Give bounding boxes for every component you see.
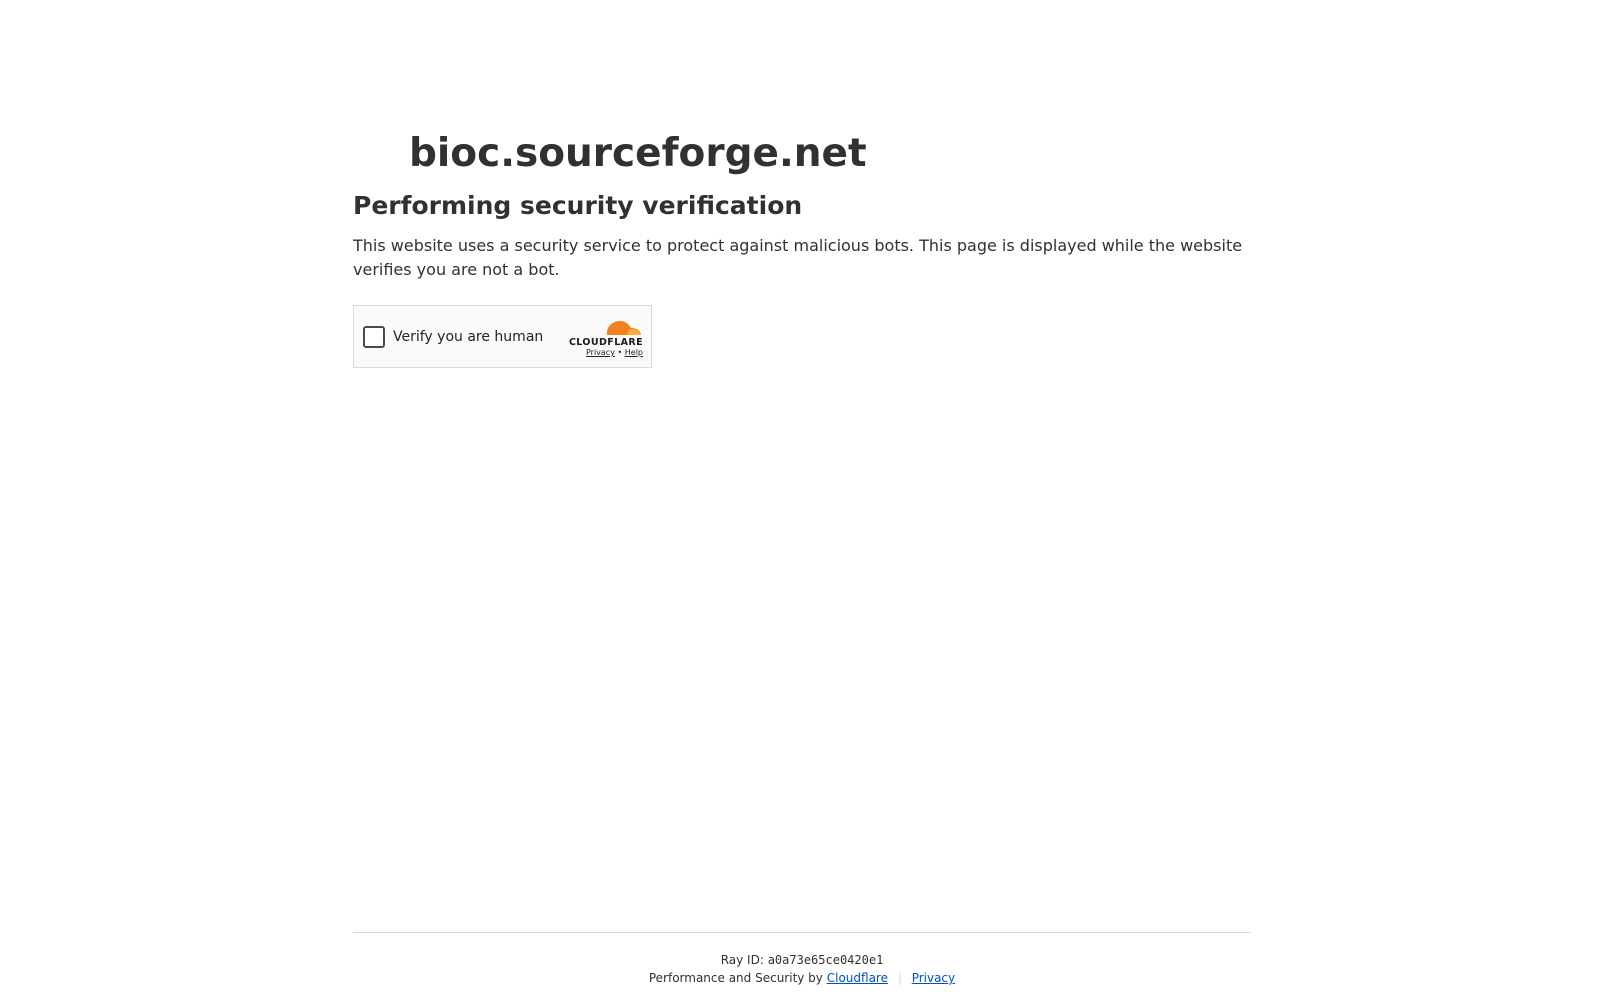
widget-links: Privacy • Help: [563, 348, 643, 358]
site-name: bioc.sourceforge.net: [409, 131, 867, 176]
widget-link-separator: •: [617, 348, 623, 357]
cloudflare-branding: CLOUDFLARE Privacy • Help: [563, 318, 643, 358]
verify-checkbox[interactable]: [363, 325, 385, 348]
footer-divider: |: [897, 971, 902, 985]
site-favicon: [353, 134, 393, 174]
page-title: bioc.sourceforge.net: [353, 128, 1251, 180]
cloud-accent-shape: [627, 329, 641, 335]
verify-checkbox-label[interactable]: Verify you are human: [393, 329, 543, 345]
performance-line: Performance and Security by Cloudflare |…: [353, 969, 1251, 987]
footer-privacy-link[interactable]: Privacy: [912, 971, 955, 985]
cloudflare-link[interactable]: Cloudflare: [827, 971, 888, 985]
ray-id-label: Ray ID:: [720, 953, 764, 967]
main-content: bioc.sourceforge.net Performing security…: [353, 128, 1251, 282]
page-footer: Ray ID: a0a73e65ce0420e1 Performance and…: [353, 932, 1251, 987]
verification-heading: Performing security verification: [353, 191, 803, 220]
ray-id-value: a0a73e65ce0420e1: [767, 953, 884, 967]
challenge-page: bioc.sourceforge.net Performing security…: [0, 0, 1600, 1000]
cloudflare-cloud-icon: CLOUDFLARE: [569, 321, 643, 346]
ray-id-line: Ray ID: a0a73e65ce0420e1: [353, 951, 1251, 969]
performance-text: Performance and Security by: [648, 971, 823, 985]
turnstile-widget: Verify you are human CLOUDFLARE Privacy …: [353, 305, 652, 368]
verification-description: This website uses a security service to …: [353, 236, 1243, 279]
widget-privacy-link[interactable]: Privacy: [586, 348, 615, 357]
widget-help-link[interactable]: Help: [625, 348, 643, 357]
cloudflare-wordmark: CLOUDFLARE: [569, 337, 643, 346]
